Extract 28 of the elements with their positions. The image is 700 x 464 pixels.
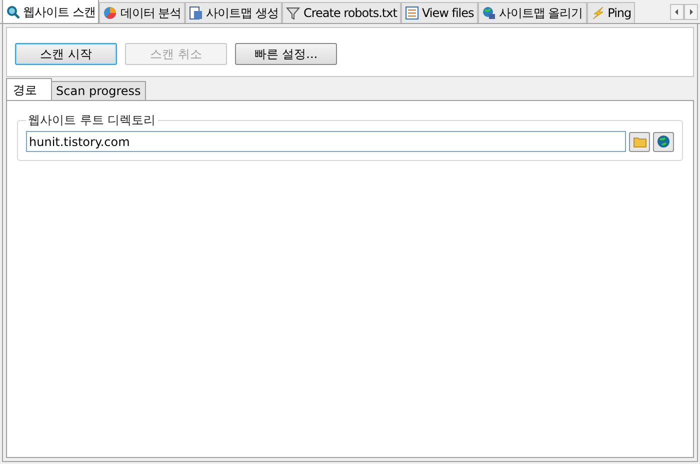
globe-icon <box>657 135 670 148</box>
list-icon <box>404 6 419 20</box>
filter-icon <box>286 6 300 20</box>
toolbar-button[interactable]: 빠른 설정... <box>235 43 337 65</box>
tab[interactable]: Scan progress <box>52 81 146 100</box>
scroll-right-button[interactable] <box>684 4 698 20</box>
tab[interactable]: 사이트맵 생성 <box>185 2 282 23</box>
tab[interactable]: 데이터 분석 <box>99 2 186 23</box>
left-arrow-icon <box>674 9 680 15</box>
document-icon <box>189 6 204 20</box>
toolbar-button[interactable]: 스캔 시작 <box>15 43 117 65</box>
url-field[interactable]: hunit.tistory.com <box>26 131 626 152</box>
tab[interactable]: 웹사이트 스캔 <box>2 0 100 23</box>
tab[interactable]: Ping <box>586 2 636 23</box>
pie-chart-icon <box>103 6 118 20</box>
scroll-left-button[interactable] <box>670 4 684 20</box>
folder-icon <box>632 136 646 148</box>
group-title: 웹사이트 루트 디렉토리 <box>27 112 157 129</box>
tab[interactable]: 경로 <box>6 78 52 100</box>
folder-button[interactable] <box>629 132 650 152</box>
magnifier-icon <box>6 4 20 18</box>
tab[interactable]: Create robots.txt <box>282 2 401 23</box>
tab[interactable]: 사이트맵 올리기 <box>478 2 587 23</box>
tab[interactable]: View files <box>400 2 478 23</box>
globe-icon <box>482 6 496 20</box>
globe-button[interactable] <box>653 132 674 152</box>
right-arrow-icon <box>688 9 694 15</box>
lightning-icon <box>590 6 605 20</box>
